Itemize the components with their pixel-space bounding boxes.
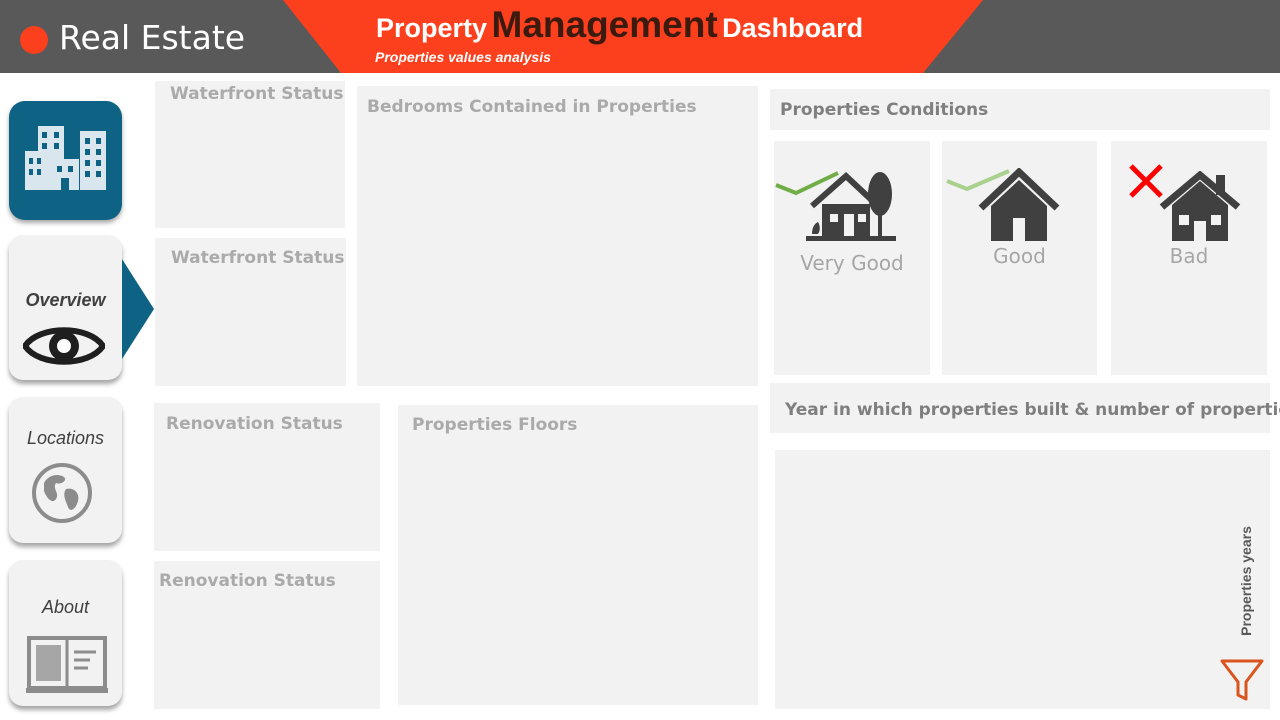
active-pointer-icon <box>122 259 154 359</box>
house-with-tree-icon <box>806 171 896 241</box>
condition-label: Bad <box>1169 244 1209 268</box>
year-built-header: Year in which properties built & number … <box>770 383 1280 433</box>
funnel-filter-icon[interactable] <box>1219 658 1265 702</box>
panel-title: Bedrooms Contained in Properties <box>367 97 697 117</box>
nav-item-overview[interactable]: Overview <box>9 235 122 380</box>
page-title: Property Management Dashboard <box>376 4 863 46</box>
eye-icon <box>23 327 105 365</box>
panel-title: Renovation Status <box>159 571 336 591</box>
filter-label-text: Properties years <box>1238 526 1254 636</box>
condition-label: Good <box>993 244 1046 268</box>
title-part-property: Property <box>376 13 488 43</box>
waterfront-status-panel-2: Waterfront Status <box>155 238 346 386</box>
nav-item-label: Overview <box>25 290 106 310</box>
properties-years-filter-label[interactable]: Properties years <box>1236 518 1256 644</box>
house-with-chimney-icon <box>1159 171 1241 241</box>
floors-panel: Properties Floors <box>398 405 758 705</box>
condition-card-bad[interactable]: Bad <box>1111 141 1267 375</box>
panel-title: Waterfront Status <box>170 84 344 104</box>
nav-logo <box>9 101 122 220</box>
panel-title: Year in which properties built & number … <box>785 400 1280 420</box>
title-part-dashboard: Dashboard <box>722 13 864 43</box>
brand-dot-icon <box>20 26 48 54</box>
panel-title: Renovation Status <box>166 414 343 434</box>
nav-item-locations[interactable]: Locations <box>9 397 122 543</box>
renovation-status-panel: Renovation Status <box>154 403 380 551</box>
condition-card-good[interactable]: Good <box>942 141 1097 375</box>
globe-icon <box>32 463 92 523</box>
bedrooms-panel: Bedrooms Contained in Properties <box>357 86 758 386</box>
waterfront-status-panel: Waterfront Status <box>155 81 345 228</box>
panel-title: Waterfront Status <box>171 248 345 268</box>
year-built-chart-area <box>775 450 1270 709</box>
condition-card-very-good[interactable]: Very Good <box>774 141 930 375</box>
title-banner: Property Management Dashboard Properties… <box>283 0 983 73</box>
house-icon <box>978 168 1060 241</box>
panel-title: Properties Conditions <box>780 100 989 120</box>
condition-label: Very Good <box>800 251 904 275</box>
conditions-header: Properties Conditions <box>770 89 1270 130</box>
book-icon <box>26 636 108 693</box>
nav-item-label: Locations <box>26 428 105 448</box>
renovation-status-panel-2: Renovation Status <box>154 561 380 709</box>
nav-item-about[interactable]: About <box>9 560 122 706</box>
panel-title: Properties Floors <box>412 415 578 435</box>
brand-label: Real Estate <box>59 18 246 57</box>
nav-item-label: About <box>41 597 90 617</box>
page-subtitle: Properties values analysis <box>375 49 551 65</box>
buildings-icon <box>25 126 106 190</box>
title-part-management: Management <box>491 4 718 45</box>
